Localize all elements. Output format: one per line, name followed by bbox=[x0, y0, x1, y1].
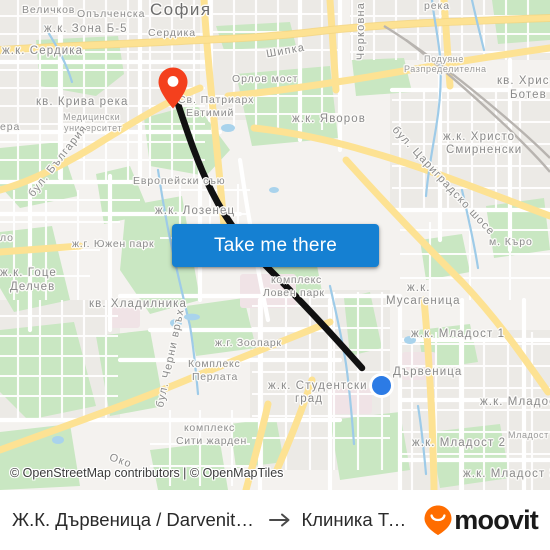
route-destination-label: Клиника Тора... bbox=[301, 509, 415, 530]
bottom-route-bar: Ж.К. Дървеница / Darvenitsa Qr.... Клини… bbox=[0, 490, 550, 550]
take-me-there-button[interactable]: Take me there bbox=[172, 224, 379, 267]
route-summary[interactable]: Ж.К. Дървеница / Darvenitsa Qr.... Клини… bbox=[12, 509, 415, 531]
moovit-wordmark: moovit bbox=[454, 504, 539, 535]
origin-marker-icon[interactable] bbox=[157, 66, 189, 110]
arrow-right-icon bbox=[268, 511, 292, 529]
route-origin-label: Ж.К. Дървеница / Darvenitsa Qr.... bbox=[12, 509, 259, 530]
destination-marker[interactable] bbox=[369, 373, 394, 398]
moovit-route-preview: Величков Опълченска София река ж.к. Зона Б-5… bbox=[0, 0, 550, 550]
map-canvas[interactable]: Величков Опълченска София река ж.к. Зона Б-5… bbox=[0, 0, 550, 490]
map-attribution[interactable]: © OpenStreetMap contributors | © OpenMap… bbox=[10, 466, 283, 480]
moovit-pin-icon bbox=[424, 505, 452, 535]
moovit-logo[interactable]: moovit bbox=[423, 504, 539, 536]
